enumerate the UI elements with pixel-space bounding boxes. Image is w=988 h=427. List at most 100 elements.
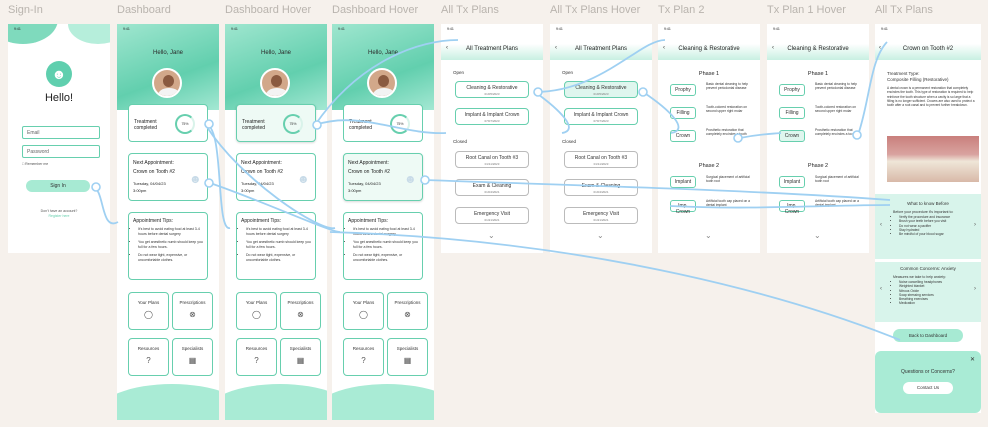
tip-item: It's best to avoid eating food at least …: [353, 227, 418, 237]
treatment-button[interactable]: Implant: [670, 176, 696, 188]
plan-name: Implant & Implant Crown: [464, 112, 520, 118]
signin-button[interactable]: Sign In: [26, 180, 90, 192]
pill-icon: ⊗: [404, 310, 411, 319]
next-appt-tooth: Crown on Tooth #2: [133, 169, 175, 175]
back-icon[interactable]: ‹: [772, 45, 774, 51]
plan-item[interactable]: Implant & Implant Crown 07/07/2023: [455, 108, 529, 125]
plan-item[interactable]: Emergency Visit 01/21/2021: [564, 207, 638, 224]
tip-item: Do not wear tight, expensive, or uncomfo…: [246, 253, 311, 263]
plan-date: 01/21/2021: [484, 218, 500, 222]
next-appointment-card[interactable]: Next Appointment: Crown on Tooth #2 Tues…: [236, 153, 316, 201]
back-to-dashboard-button[interactable]: Back to Dashboard: [893, 329, 963, 342]
tip-item: You get anesthetic numb should keep you …: [246, 240, 311, 250]
contact-us-button[interactable]: Contact Us: [903, 382, 953, 394]
greeting: Hello, Jane: [367, 50, 399, 56]
specialists-tile[interactable]: Specialists ▦: [172, 338, 213, 376]
treatment-progress-card[interactable]: Treatment completed 75%: [128, 104, 208, 142]
treatment-desc: Basic dental cleaning to help prevent pe…: [815, 82, 857, 90]
tile-label: Resources: [137, 346, 160, 351]
treatment-desc: Tooth-colored restoration on second uppe…: [815, 105, 857, 113]
prescriptions-tile[interactable]: Prescriptions ⊗: [387, 292, 428, 330]
treatment-button[interactable]: Prophy: [779, 84, 805, 96]
plan-item[interactable]: Root Canal on Tooth #3 01/11/2023: [564, 151, 638, 168]
closed-heading: Closed: [562, 139, 577, 144]
treatment-button[interactable]: Crown: [779, 130, 805, 142]
close-icon[interactable]: ✕: [970, 356, 975, 363]
next-appt-tooth: Crown on Tooth #2: [241, 169, 283, 175]
next-appt-time: 3:00pm: [241, 188, 255, 193]
frame-label: Tx Plan 1 Hover: [767, 4, 846, 16]
page-title: Cleaning & Restorative: [678, 46, 740, 52]
plan-item[interactable]: Emergency Visit 01/21/2021: [455, 207, 529, 224]
your-plans-tile[interactable]: Your Plans ◯: [128, 292, 169, 330]
specialists-tile[interactable]: Specialists ▦: [387, 338, 428, 376]
tile-label: Your Plans: [137, 300, 160, 305]
prescriptions-tile[interactable]: Prescriptions ⊗: [172, 292, 213, 330]
chevron-right-icon[interactable]: ›: [974, 286, 976, 292]
type-label: Treatment Type:: [887, 71, 920, 76]
register-link[interactable]: Register here: [8, 214, 110, 218]
before-item: Brush your teeth before you visit: [899, 219, 950, 223]
frame-label: All Tx Plans: [875, 4, 933, 16]
prototype-board: Sign-In Dashboard Dashboard Hover Dashbo…: [0, 0, 988, 427]
back-icon[interactable]: ‹: [663, 45, 665, 51]
tooth-icon: ◯: [144, 310, 153, 319]
tile-label: Prescriptions: [394, 300, 421, 305]
plan-item[interactable]: Cleaning & Restorative 01/05/2023: [564, 81, 638, 98]
your-plans-tile[interactable]: Your Plans ◯: [343, 292, 384, 330]
plan-item[interactable]: Cleaning & Restorative 01/05/2023: [455, 81, 529, 98]
prescriptions-tile[interactable]: Prescriptions ⊗: [280, 292, 321, 330]
chevron-right-icon[interactable]: ›: [974, 222, 976, 228]
next-appointment-card[interactable]: Next Appointment: Crown on Tooth #2 Tues…: [343, 153, 423, 201]
remember-checkbox[interactable]: □ Remember me: [22, 162, 48, 166]
back-icon[interactable]: ‹: [555, 45, 557, 51]
treatment-button[interactable]: Implant: [779, 176, 805, 188]
your-plans-tile[interactable]: Your Plans ◯: [236, 292, 277, 330]
chevron-down-icon[interactable]: ⌄: [488, 231, 495, 240]
treatment-button[interactable]: Imp. Crown: [670, 200, 696, 215]
treatment-progress-card[interactable]: Treatment completed 75%: [343, 104, 423, 142]
plan-item[interactable]: Exam & Cleaning 01/04/2021: [455, 179, 529, 196]
plan-name: Cleaning & Restorative: [575, 85, 627, 91]
next-appointment-card[interactable]: Next Appointment: Crown on Tooth #2 Tues…: [128, 153, 208, 201]
treatment-button[interactable]: Prophy: [670, 84, 696, 96]
tile-label: Prescriptions: [287, 300, 314, 305]
treatment-progress-card[interactable]: Treatment completed 75%: [236, 104, 316, 142]
chevron-left-icon[interactable]: ‹: [880, 222, 882, 228]
treatment-button[interactable]: Crown: [670, 130, 696, 142]
next-appt-date: Tuesday, 04/04/23: [133, 181, 166, 186]
treatment-button[interactable]: Imp. Crown: [779, 200, 805, 215]
chevron-down-icon[interactable]: ⌄: [814, 231, 821, 240]
treatment-button[interactable]: Filling: [670, 107, 696, 119]
treatment-description: A dental crown is a permanent restoratio…: [887, 86, 975, 108]
plan-header: Cleaning & Restorative: [767, 24, 869, 60]
plan-item[interactable]: Implant & Implant Crown 07/07/2023: [564, 108, 638, 125]
pill-icon: ⊗: [189, 310, 196, 319]
tips-title: Appointment Tips:: [241, 218, 282, 224]
next-appt-date: Tuesday, 04/04/23: [241, 181, 274, 186]
plan-item[interactable]: Root Canal on Tooth #3 01/11/2023: [455, 151, 529, 168]
anxiety-section: ‹ › Common Concerns: Anxiety Measures we…: [875, 262, 981, 322]
tip-item: Do not wear tight, expensive, or uncomfo…: [138, 253, 203, 263]
treatment-label: Treatment completed: [349, 119, 373, 131]
frame-label: All Tx Plans: [441, 4, 499, 16]
email-field[interactable]: Email: [22, 126, 100, 139]
back-icon[interactable]: ‹: [446, 45, 448, 51]
page-title: Crown on Tooth #2: [902, 46, 954, 52]
resources-tile[interactable]: Resources?: [236, 338, 277, 376]
back-icon[interactable]: ‹: [879, 45, 881, 51]
progress-ring: 75%: [390, 114, 410, 134]
treatment-button[interactable]: Filling: [779, 107, 805, 119]
lightbulb-icon: ?: [254, 356, 259, 365]
resources-tile[interactable]: Resources?: [128, 338, 169, 376]
next-appt-date: Tuesday, 04/04/23: [348, 181, 381, 186]
frame-label: Dashboard Hover: [225, 4, 312, 16]
chevron-down-icon[interactable]: ⌄: [705, 231, 712, 240]
chevron-left-icon[interactable]: ‹: [880, 286, 882, 292]
specialists-tile[interactable]: Specialists ▦: [280, 338, 321, 376]
tooth-icon: ☻: [297, 172, 310, 186]
plan-item[interactable]: Exam & Cleaning 01/04/2021: [564, 179, 638, 196]
chevron-down-icon[interactable]: ⌄: [597, 231, 604, 240]
resources-tile[interactable]: Resources?: [343, 338, 384, 376]
password-field[interactable]: Password: [22, 145, 100, 158]
